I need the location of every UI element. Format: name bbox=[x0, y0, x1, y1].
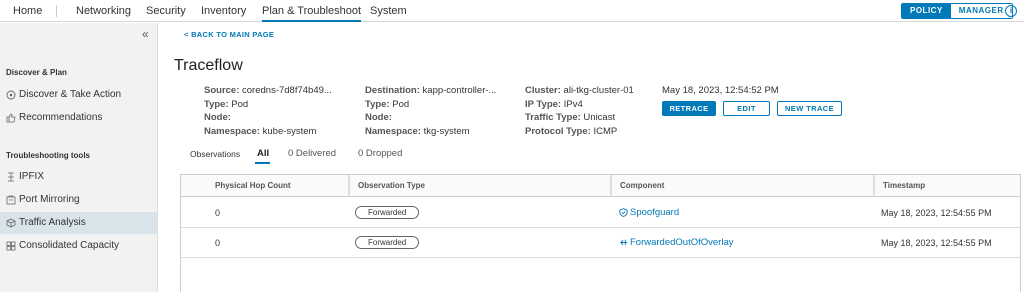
manager-mode-button[interactable]: MANAGER bbox=[950, 4, 1012, 18]
nav-networking[interactable]: Networking bbox=[76, 0, 131, 22]
source-type-value: Pod bbox=[231, 98, 249, 110]
traffic-type-value: Unicast bbox=[583, 112, 616, 123]
source-info: Source: coredns-7d8f74b49... Type: Pod N… bbox=[204, 84, 332, 138]
observations-label: Observations bbox=[190, 149, 241, 159]
sidebar-item-label: Recommendations bbox=[19, 112, 103, 123]
port-mirroring-icon bbox=[6, 195, 16, 205]
hop-count-cell: 0 bbox=[215, 208, 221, 218]
component-label: Spoofguard bbox=[630, 207, 680, 218]
edit-button[interactable]: EDIT bbox=[723, 101, 770, 116]
destination-value: kapp-controller-... bbox=[422, 85, 497, 96]
destination-namespace-value: tkg-system bbox=[423, 125, 470, 137]
timestamp-cell: May 18, 2023, 12:54:55 PM bbox=[881, 238, 992, 248]
sidebar-item-label: Traffic Analysis bbox=[19, 217, 86, 228]
discover-icon bbox=[6, 90, 16, 100]
sidebar-item-label: IPFIX bbox=[19, 171, 45, 182]
sidebar-item-label: Port Mirroring bbox=[19, 194, 80, 205]
tab-dropped[interactable]: 0 Dropped bbox=[358, 148, 402, 159]
top-navigation: Home Networking Security Inventory Plan … bbox=[0, 0, 1024, 22]
back-to-main-page-link[interactable]: < BACK TO MAIN PAGE bbox=[184, 30, 274, 39]
source-label: Source: bbox=[204, 85, 240, 96]
sidebar-item-discover[interactable]: Discover & Take Action bbox=[0, 84, 157, 106]
timestamp-cell: May 18, 2023, 12:54:55 PM bbox=[881, 208, 992, 218]
table-row[interactable]: 0 Forwarded ForwardedOutOfOverlay May 18… bbox=[181, 228, 1020, 258]
column-header-hop-count[interactable]: Physical Hop Count bbox=[207, 175, 349, 197]
ip-type-label: IP Type: bbox=[525, 98, 562, 110]
traffic-analysis-icon bbox=[6, 218, 16, 228]
double-chevron-left-icon[interactable]: « bbox=[142, 27, 149, 41]
sidebar-section-heading: Troubleshooting tools bbox=[6, 151, 90, 160]
tab-all[interactable]: All bbox=[257, 148, 269, 159]
mode-toggle: POLICY MANAGER bbox=[901, 3, 1013, 19]
page-title: Traceflow bbox=[174, 57, 243, 74]
sidebar: « Discover & Plan Discover & Take Action… bbox=[0, 23, 158, 292]
policy-mode-button[interactable]: POLICY bbox=[902, 4, 951, 18]
cluster-value: ali-tkg-cluster-01 bbox=[563, 85, 634, 96]
ipfix-icon bbox=[8, 172, 14, 182]
observations-table: Physical Hop Count Observation Type Comp… bbox=[180, 174, 1021, 292]
sidebar-item-consolidated-capacity[interactable]: Consolidated Capacity bbox=[0, 235, 157, 257]
column-header-observation-type[interactable]: Observation Type bbox=[349, 175, 611, 197]
nav-plan-troubleshoot[interactable]: Plan & Troubleshoot bbox=[262, 0, 362, 22]
sidebar-item-recommendations[interactable]: Recommendations bbox=[0, 107, 157, 129]
destination-namespace-label: Namespace: bbox=[365, 125, 421, 137]
back-link-label: BACK TO MAIN PAGE bbox=[191, 30, 275, 39]
protocol-type-label: Protocol Type: bbox=[525, 125, 591, 137]
source-namespace-label: Namespace: bbox=[204, 125, 260, 137]
sidebar-item-port-mirroring[interactable]: Port Mirroring bbox=[0, 189, 157, 211]
column-header-timestamp[interactable]: Timestamp bbox=[874, 175, 1020, 197]
new-trace-button[interactable]: NEW TRACE bbox=[777, 101, 842, 116]
destination-label: Destination: bbox=[365, 85, 420, 96]
hop-count-cell: 0 bbox=[215, 238, 221, 248]
table-row[interactable]: 0 Forwarded Spoofguard May 18, 2023, 12:… bbox=[181, 198, 1020, 228]
destination-type-value: Pod bbox=[392, 98, 410, 110]
trace-timestamp: May 18, 2023, 12:54:52 PM bbox=[662, 85, 779, 96]
source-namespace-value: kube-system bbox=[262, 125, 317, 137]
thumbs-up-icon bbox=[6, 113, 16, 123]
destination-type-label: Type: bbox=[365, 98, 390, 110]
retrace-button[interactable]: RETRACE bbox=[662, 101, 716, 116]
observation-type-badge: Forwarded bbox=[355, 236, 420, 249]
sidebar-section-heading: Discover & Plan bbox=[6, 68, 67, 77]
nav-inventory[interactable]: Inventory bbox=[201, 0, 246, 22]
capacity-icon bbox=[6, 241, 16, 251]
cluster-label: Cluster: bbox=[525, 85, 561, 96]
cluster-info: Cluster: ali-tkg-cluster-01 IP Type: IPv… bbox=[525, 84, 634, 138]
active-tab-indicator bbox=[255, 162, 270, 164]
sidebar-item-traffic-analysis[interactable]: Traffic Analysis bbox=[0, 212, 157, 234]
sidebar-item-label: Discover & Take Action bbox=[19, 89, 122, 100]
info-icon[interactable]: i bbox=[1005, 5, 1017, 17]
arrow-out-icon bbox=[620, 239, 628, 246]
component-link[interactable]: Spoofguard bbox=[619, 198, 679, 228]
tab-delivered[interactable]: 0 Delivered bbox=[288, 148, 336, 159]
shield-icon bbox=[619, 208, 628, 217]
nav-system[interactable]: System bbox=[370, 0, 407, 22]
source-node-label: Node: bbox=[204, 112, 231, 123]
observation-type-badge: Forwarded bbox=[355, 206, 420, 219]
sidebar-item-label: Consolidated Capacity bbox=[19, 240, 120, 251]
source-value: coredns-7d8f74b49... bbox=[242, 85, 332, 96]
source-type-label: Type: bbox=[204, 98, 229, 110]
nav-divider bbox=[56, 5, 57, 17]
component-label: ForwardedOutOfOverlay bbox=[630, 237, 734, 248]
sidebar-item-ipfix[interactable]: IPFIX bbox=[0, 166, 157, 188]
protocol-type-value: ICMP bbox=[593, 125, 618, 137]
ip-type-value: IPv4 bbox=[563, 98, 583, 110]
destination-node-label: Node: bbox=[365, 112, 392, 123]
nav-home[interactable]: Home bbox=[13, 0, 42, 22]
traffic-type-label: Traffic Type: bbox=[525, 112, 581, 123]
nav-security[interactable]: Security bbox=[146, 0, 186, 22]
component-link[interactable]: ForwardedOutOfOverlay bbox=[619, 228, 733, 258]
destination-info: Destination: kapp-controller-... Type: P… bbox=[365, 84, 496, 138]
column-header-component[interactable]: Component bbox=[611, 175, 874, 197]
